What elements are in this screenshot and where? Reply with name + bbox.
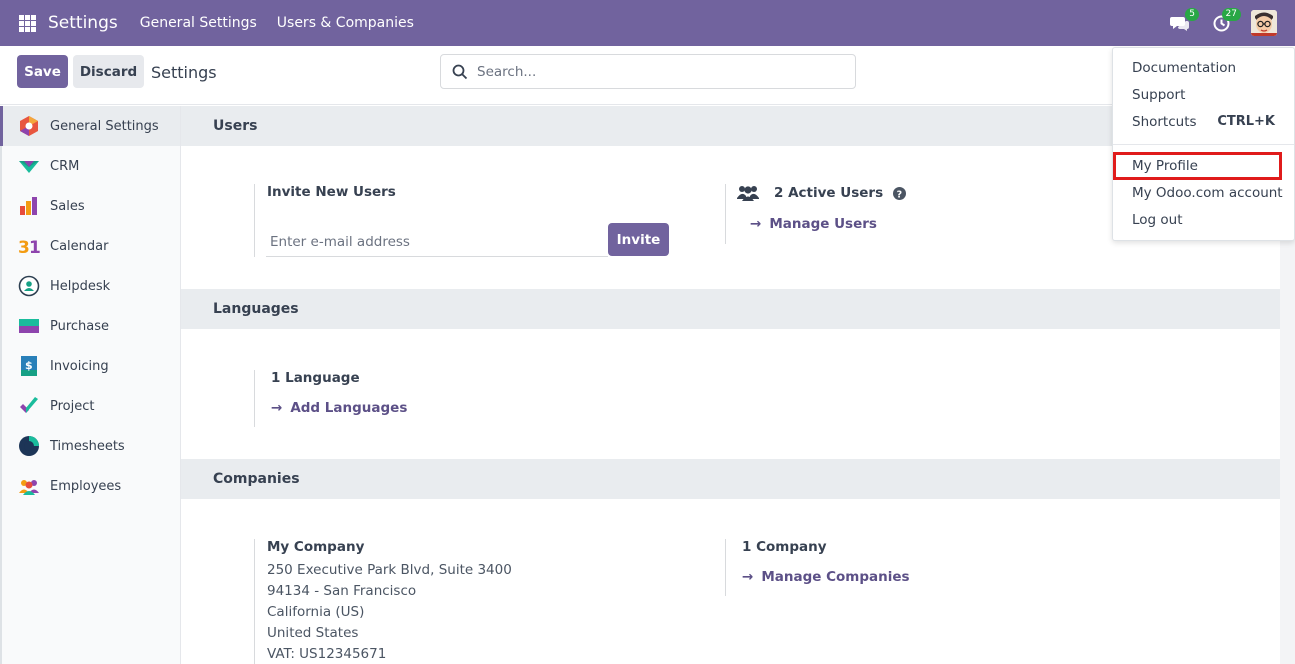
- app-title[interactable]: Settings: [48, 13, 118, 33]
- menu-item-odoo-account[interactable]: My Odoo.com account: [1113, 179, 1294, 206]
- address-line: VAT: US12345671: [267, 646, 387, 662]
- sidebar-item-invoicing[interactable]: $ Invoicing: [2, 346, 180, 386]
- section-languages-header: Languages: [181, 289, 1280, 329]
- manage-users-link[interactable]: → Manage Users: [750, 216, 906, 232]
- user-dropdown-menu: Documentation Support Shortcuts CTRL+K M…: [1112, 47, 1295, 241]
- sidebar-item-label: General Settings: [50, 118, 159, 134]
- menu-divider: [1113, 144, 1294, 145]
- sidebar-item-label: Sales: [50, 198, 85, 214]
- invite-email-input[interactable]: [266, 228, 608, 257]
- menu-item-shortcuts[interactable]: Shortcuts CTRL+K: [1113, 108, 1294, 135]
- apps-menu-icon[interactable]: [19, 14, 36, 32]
- sidebar-item-project[interactable]: Project: [2, 386, 180, 426]
- messages-count-badge: 5: [1185, 8, 1199, 21]
- sidebar-item-label: CRM: [50, 158, 80, 174]
- companies-count-block: 1 Company → Manage Companies: [725, 539, 910, 596]
- sidebar-item-employees[interactable]: Employees: [2, 466, 180, 506]
- sidebar-item-label: Helpdesk: [50, 278, 111, 294]
- save-button[interactable]: Save: [17, 55, 68, 88]
- activities-count-badge: 27: [1221, 8, 1241, 21]
- address-line: 250 Executive Park Blvd, Suite 3400: [267, 562, 512, 578]
- menu-item-label: My Odoo.com account: [1132, 184, 1283, 201]
- activity-menu[interactable]: 27: [1207, 8, 1241, 37]
- top-navbar: Settings General Settings Users & Compan…: [0, 0, 1295, 46]
- arrow-right-icon: →: [742, 569, 754, 585]
- sidebar-item-general-settings[interactable]: General Settings: [0, 106, 180, 146]
- language-count: 1 Language: [271, 370, 360, 386]
- sidebar-item-crm[interactable]: CRM: [2, 146, 180, 186]
- breadcrumb-title: Settings: [151, 63, 217, 82]
- company-block: My Company 250 Executive Park Blvd, Suit…: [254, 539, 512, 664]
- menu-item-label: Support: [1132, 86, 1186, 103]
- sidebar-item-purchase[interactable]: Purchase: [2, 306, 180, 346]
- address-line: California (US): [267, 604, 365, 620]
- menu-item-documentation[interactable]: Documentation: [1113, 54, 1294, 81]
- invoicing-icon: $: [21, 356, 37, 376]
- shortcut-key-hint: CTRL+K: [1217, 114, 1275, 129]
- add-languages-link[interactable]: → Add Languages: [271, 400, 407, 416]
- sidebar-item-calendar[interactable]: 3 1 Calendar: [2, 226, 180, 266]
- menu-general-settings[interactable]: General Settings: [140, 15, 257, 31]
- sidebar-item-label: Timesheets: [50, 438, 125, 454]
- user-avatar[interactable]: [1251, 10, 1277, 36]
- help-icon[interactable]: ?: [893, 186, 907, 200]
- svg-text:$: $: [25, 359, 33, 372]
- my-profile-highlight-box: [1113, 152, 1282, 180]
- settings-sidebar: General Settings CRM Sales 3 1 Calendar …: [0, 106, 181, 664]
- section-companies-header: Companies: [181, 459, 1280, 499]
- invite-new-users-label: Invite New Users: [267, 184, 396, 200]
- sidebar-item-timesheets[interactable]: Timesheets: [2, 426, 180, 466]
- search-bar[interactable]: [440, 54, 856, 89]
- menu-item-label: Log out: [1132, 211, 1183, 228]
- systray: 5 27: [1151, 8, 1277, 37]
- address-line: 94134 - San Francisco: [267, 583, 417, 599]
- manage-companies-label: Manage Companies: [761, 569, 910, 585]
- company-name[interactable]: My Company: [267, 539, 512, 555]
- sidebar-item-label: Invoicing: [50, 358, 109, 374]
- svg-text:1: 1: [29, 238, 40, 257]
- calendar-icon: 3 1: [18, 238, 40, 257]
- arrow-right-icon: →: [750, 216, 762, 232]
- menu-users-companies[interactable]: Users & Companies: [277, 15, 414, 31]
- menu-item-logout[interactable]: Log out: [1113, 206, 1294, 233]
- address-line: United States: [267, 625, 359, 641]
- control-panel: Save Discard Settings: [0, 46, 1295, 105]
- crm-icon: [19, 161, 39, 173]
- menu-item-label: Documentation: [1132, 59, 1237, 76]
- search-input[interactable]: [477, 63, 837, 80]
- sales-icon: [20, 197, 37, 215]
- users-icon: [737, 186, 759, 201]
- manage-companies-link[interactable]: → Manage Companies: [742, 569, 910, 585]
- active-users-block: 2 Active Users ? → Manage Users: [725, 184, 907, 244]
- messaging-menu[interactable]: 5: [1165, 8, 1199, 37]
- manage-users-label: Manage Users: [769, 216, 877, 232]
- discard-button[interactable]: Discard: [73, 55, 144, 88]
- sidebar-item-label: Project: [50, 398, 95, 414]
- search-icon: [452, 64, 468, 79]
- active-users-count: 2 Active Users: [774, 185, 884, 201]
- employees-icon: [19, 480, 39, 495]
- sidebar-item-helpdesk[interactable]: Helpdesk: [2, 266, 180, 306]
- company-address: 250 Executive Park Blvd, Suite 3400 9413…: [267, 560, 512, 664]
- general-settings-icon: [20, 116, 38, 136]
- company-count: 1 Company: [742, 539, 827, 555]
- arrow-right-icon: →: [271, 400, 283, 416]
- add-languages-label: Add Languages: [290, 400, 408, 416]
- sidebar-item-label: Employees: [50, 478, 122, 494]
- invite-button[interactable]: Invite: [608, 223, 669, 256]
- sidebar-item-label: Calendar: [50, 238, 109, 254]
- purchase-icon: [19, 319, 39, 333]
- timesheets-icon: [19, 436, 39, 456]
- menu-item-label: Shortcuts: [1132, 113, 1197, 130]
- sidebar-item-label: Purchase: [50, 318, 110, 334]
- sidebar-item-sales[interactable]: Sales: [2, 186, 180, 226]
- helpdesk-icon: [18, 275, 40, 297]
- languages-block: 1 Language → Add Languages: [254, 370, 407, 427]
- menu-item-support[interactable]: Support: [1113, 81, 1294, 108]
- avatar-face-icon: [1251, 10, 1277, 36]
- svg-text:?: ?: [897, 189, 903, 200]
- project-icon: [20, 397, 38, 413]
